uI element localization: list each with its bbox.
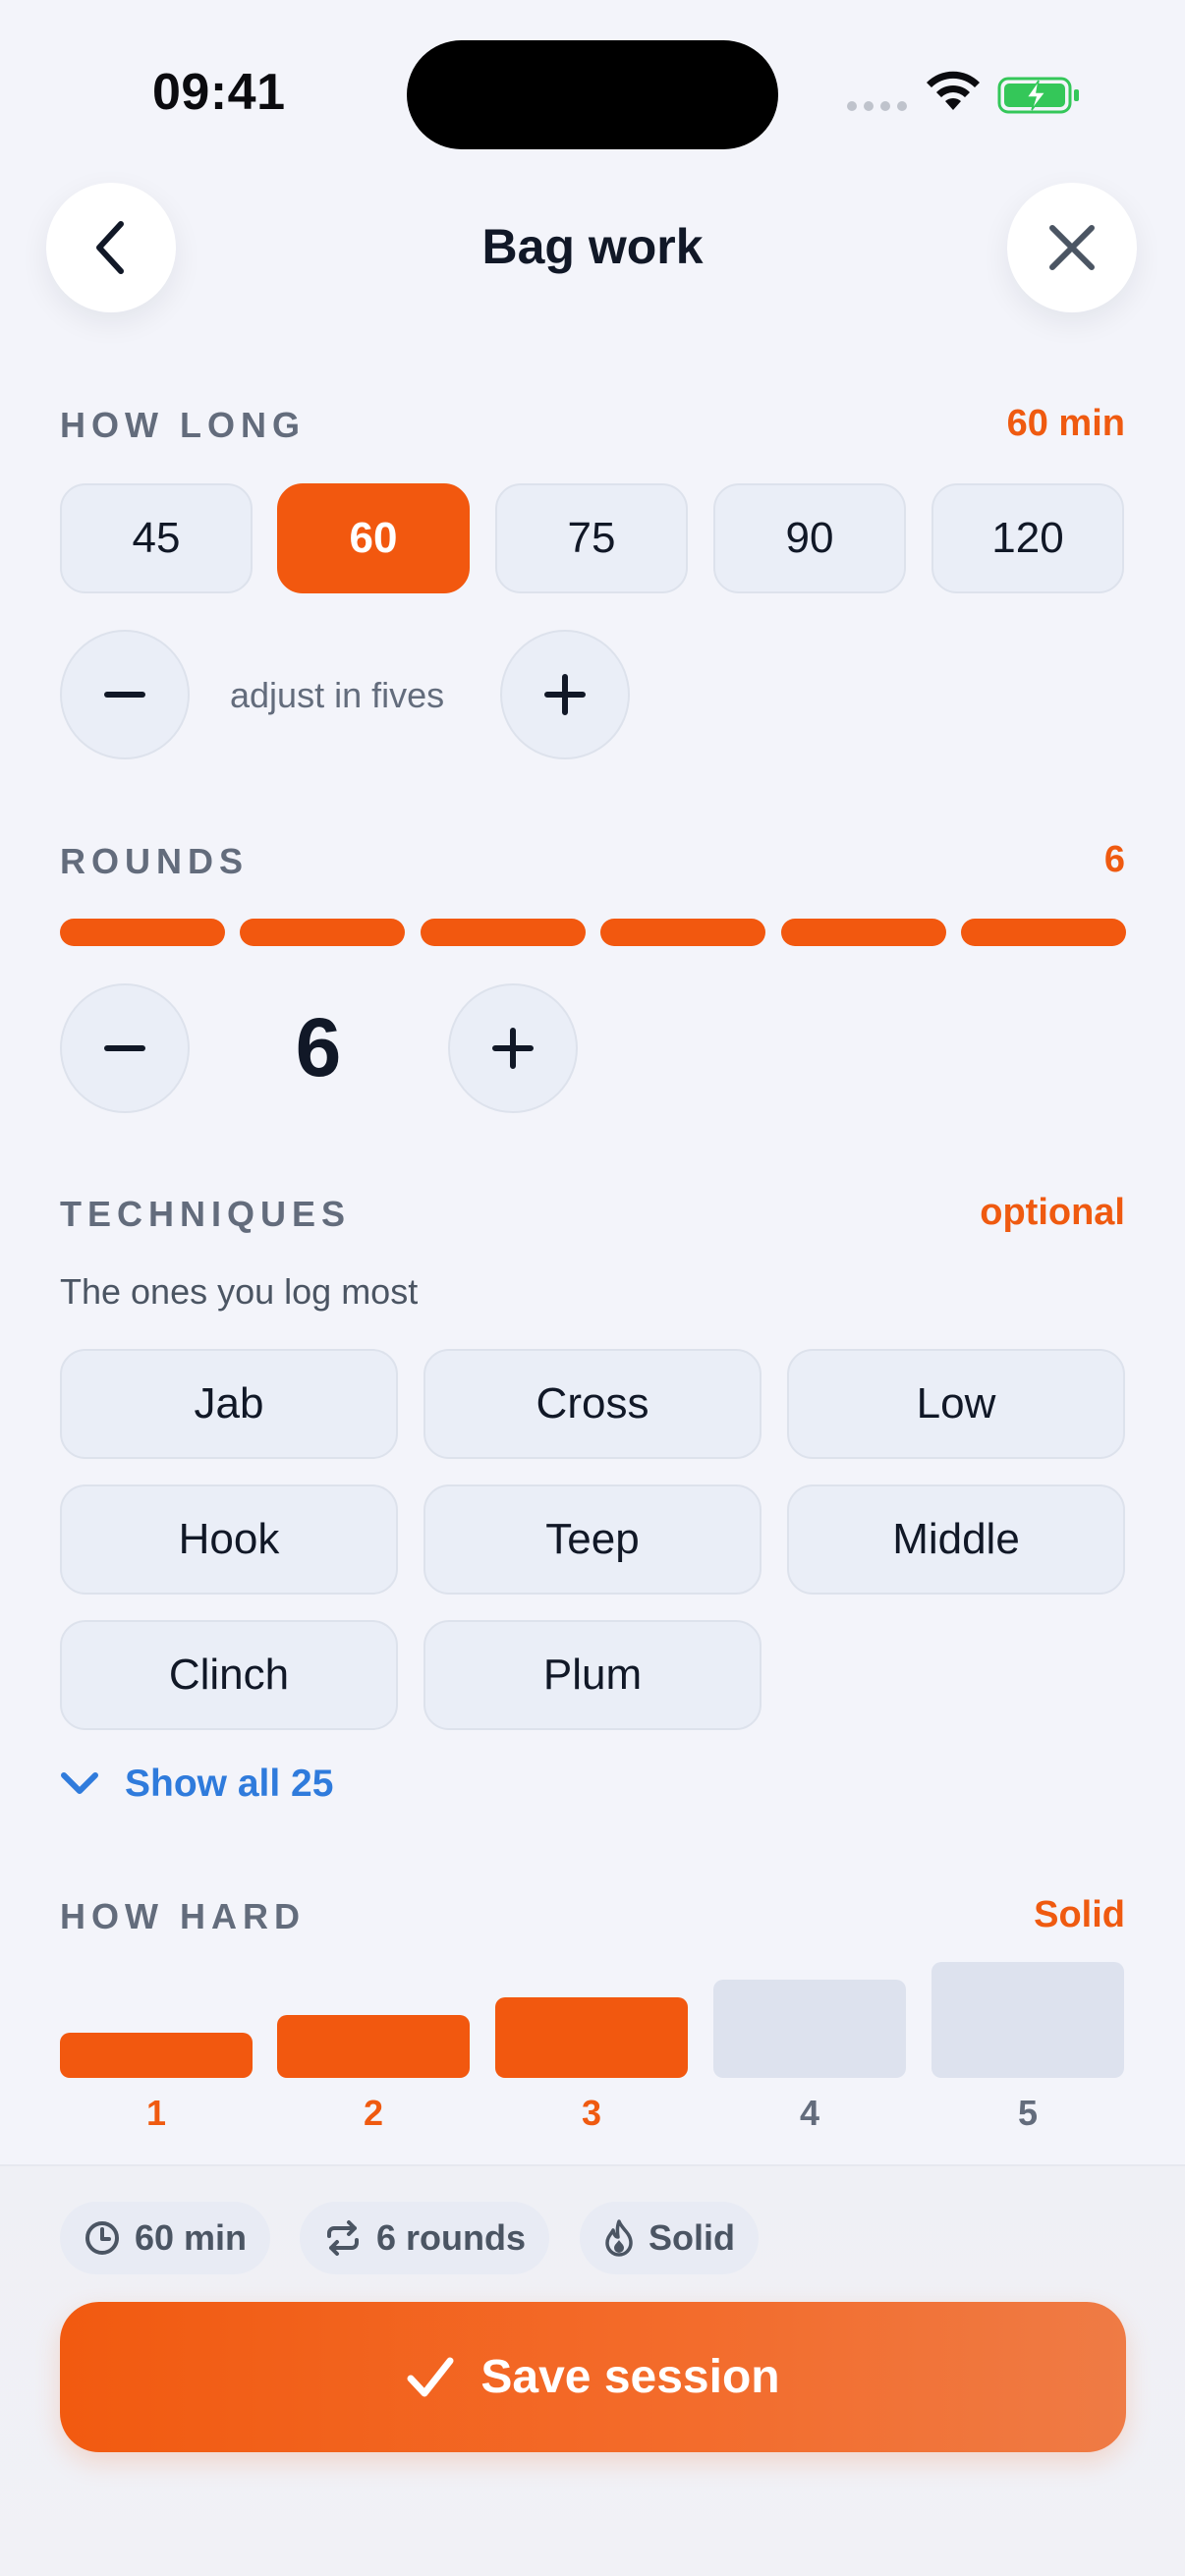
summary-rounds: 6 rounds	[376, 2217, 527, 2258]
round-segment	[781, 919, 946, 946]
round-segment	[240, 919, 405, 946]
minus-icon	[104, 1045, 145, 1051]
clock-icon	[85, 2221, 119, 2255]
technique-chip-hook[interactable]: Hook	[60, 1484, 398, 1595]
save-session-label: Save session	[480, 2351, 780, 2403]
intensity-bar-5[interactable]	[931, 1962, 1124, 2078]
show-all-techniques-button[interactable]: Show all 25	[60, 1763, 333, 1806]
cellular-signal-icon	[847, 101, 907, 111]
intensity-level-label: 3	[581, 2093, 602, 2133]
repeat-icon	[327, 2220, 359, 2256]
intensity-bar-2[interactable]	[277, 2015, 470, 2078]
duration-decrement-button[interactable]	[60, 630, 190, 759]
summary-intensity-pill: Solid	[580, 2202, 759, 2274]
duration-value: 60 min	[1006, 403, 1125, 444]
plus-icon	[544, 674, 586, 715]
duration-chip-120[interactable]: 120	[931, 483, 1124, 593]
techniques-subtitle: The ones you log most	[60, 1271, 419, 1312]
duration-chip-45[interactable]: 45	[60, 483, 253, 593]
minus-icon	[104, 692, 145, 698]
show-all-label: Show all 25	[125, 1763, 334, 1805]
technique-chip-cross[interactable]: Cross	[423, 1349, 762, 1459]
close-button[interactable]	[1007, 183, 1137, 312]
technique-chip-plum[interactable]: Plum	[423, 1620, 762, 1730]
technique-chip-low[interactable]: Low	[787, 1349, 1125, 1459]
round-segment	[600, 919, 765, 946]
duration-hint: adjust in fives	[230, 675, 445, 715]
round-segment	[60, 919, 225, 946]
duration-chip-90[interactable]: 90	[713, 483, 906, 593]
intensity-bar-3[interactable]	[495, 1997, 688, 2078]
flame-icon	[605, 2219, 633, 2257]
techniques-section-label: TECHNIQUES	[60, 1194, 352, 1234]
rounds-increment-button[interactable]	[448, 983, 578, 1113]
rounds-value: 6	[1103, 839, 1125, 880]
intensity-value: Solid	[1034, 1894, 1125, 1935]
rounds-decrement-button[interactable]	[60, 983, 190, 1113]
techniques-optional-label: optional	[980, 1192, 1125, 1233]
duration-section-label: HOW LONG	[60, 405, 306, 445]
summary-intensity: Solid	[649, 2217, 735, 2258]
summary-duration: 60 min	[135, 2217, 248, 2258]
chevron-down-icon	[61, 1772, 98, 1794]
rounds-section-label: ROUNDS	[60, 841, 250, 881]
round-segment	[961, 919, 1126, 946]
intensity-level-label: 1	[145, 2093, 167, 2133]
technique-chip-jab[interactable]: Jab	[60, 1349, 398, 1459]
technique-chip-clinch[interactable]: Clinch	[60, 1620, 398, 1730]
duration-chip-60[interactable]: 60	[277, 483, 470, 593]
rounds-count: 6	[295, 1001, 342, 1093]
status-bar: 09:41	[0, 0, 1185, 177]
intensity-bar-1[interactable]	[60, 2033, 253, 2078]
round-segment	[421, 919, 586, 946]
close-icon	[1049, 225, 1095, 270]
technique-chip-middle[interactable]: Middle	[787, 1484, 1125, 1595]
summary-rounds-pill: 6 rounds	[300, 2202, 550, 2274]
dynamic-island	[407, 40, 778, 149]
checkmark-icon	[407, 2357, 454, 2396]
status-time: 09:41	[152, 64, 286, 121]
plus-icon	[492, 1028, 534, 1069]
intensity-level-label: 2	[363, 2093, 384, 2133]
battery-charging-icon	[997, 77, 1079, 114]
duration-increment-button[interactable]	[500, 630, 630, 759]
summary-duration-pill: 60 min	[60, 2202, 271, 2274]
wifi-icon	[927, 71, 980, 110]
intensity-bar-4[interactable]	[713, 1980, 906, 2078]
save-session-button[interactable]: Save session	[60, 2302, 1126, 2452]
technique-chip-teep[interactable]: Teep	[423, 1484, 762, 1595]
intensity-level-label: 4	[799, 2093, 820, 2133]
intensity-level-label: 5	[1017, 2093, 1039, 2133]
intensity-section-label: HOW HARD	[60, 1896, 306, 1936]
duration-chip-75[interactable]: 75	[495, 483, 688, 593]
